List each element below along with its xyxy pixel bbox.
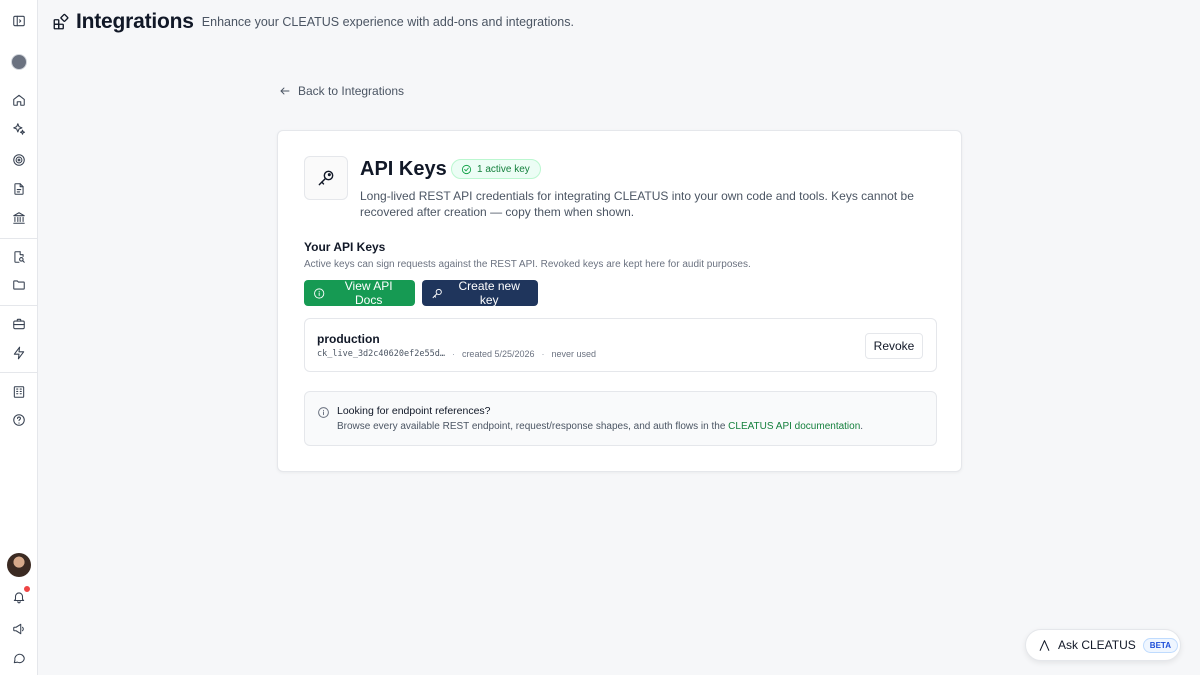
cleatus-logo-icon (1039, 639, 1050, 651)
page-header: Integrations Enhance your CLEATUS experi… (52, 10, 574, 34)
page-subtitle: Enhance your CLEATUS experience with add… (201, 15, 574, 29)
section-description: Active keys can sign requests against th… (304, 259, 751, 270)
info-text: Browse every available REST endpoint, re… (337, 421, 863, 432)
api-keys-card: API Keys 1 active key Long-lived REST AP… (277, 130, 962, 472)
card-description: Long-lived REST API credentials for inte… (360, 189, 914, 219)
view-api-docs-button[interactable]: View API Docs (304, 279, 415, 307)
key-created: created 5/25/2026 (461, 349, 535, 359)
home-icon[interactable] (11, 92, 27, 108)
notification-dot (23, 585, 31, 593)
key-preview: ck_live_3d2c40620ef2e55d… (317, 349, 445, 359)
api-key-row: production ck_live_3d2c40620ef2e55d… · c… (304, 318, 937, 372)
create-button-label: Create new key (458, 279, 520, 307)
page-title: Integrations (76, 10, 194, 33)
key-icon (318, 170, 334, 186)
create-new-key-button[interactable]: Create new key (422, 279, 538, 307)
info-icon (317, 406, 330, 419)
bank-icon[interactable] (11, 210, 27, 226)
beta-badge: BETA (1142, 637, 1178, 653)
info-text-prefix: Browse every available REST endpoint, re… (337, 421, 729, 432)
check-circle-icon (461, 164, 472, 174)
key-name: production (317, 332, 380, 346)
back-to-integrations-link[interactable]: Back to Integrations (279, 84, 404, 98)
card-title: API Keys (360, 158, 447, 180)
badge-label: 1 active key (477, 163, 530, 175)
key-last-used: never used (551, 349, 597, 359)
info-icon (314, 287, 325, 299)
info-title: Looking for endpoint references? (337, 405, 491, 417)
building-icon[interactable] (11, 384, 27, 400)
key-icon (432, 288, 442, 298)
sidebar (0, 0, 38, 675)
help-icon[interactable] (11, 412, 27, 428)
ask-cleatus-button[interactable]: Ask CLEATUS BETA (1025, 629, 1181, 661)
back-link-label: Back to Integrations (298, 84, 405, 98)
info-text-suffix: . (860, 421, 864, 432)
panel-toggle-icon[interactable] (11, 13, 27, 29)
sidebar-divider (0, 372, 38, 373)
briefcase-icon[interactable] (11, 316, 27, 332)
chat-icon[interactable] (11, 650, 27, 666)
sparkles-icon[interactable] (11, 121, 27, 137)
key-tile (304, 156, 348, 200)
org-avatar[interactable] (11, 54, 27, 70)
docs-button-label: View API Docs (344, 279, 393, 307)
ask-cleatus-label: Ask CLEATUS (1058, 638, 1136, 652)
sidebar-divider (0, 238, 38, 239)
separator-dot: · (451, 349, 455, 359)
revoke-button[interactable]: Revoke (865, 333, 923, 359)
document-icon[interactable] (11, 181, 27, 197)
megaphone-icon[interactable] (11, 621, 27, 637)
integrations-icon (52, 13, 70, 31)
arrow-left-icon (280, 87, 290, 95)
active-key-badge: 1 active key (451, 159, 541, 179)
target-icon[interactable] (11, 152, 27, 168)
file-search-icon[interactable] (11, 249, 27, 265)
key-meta: ck_live_3d2c40620ef2e55d… · created 5/25… (317, 349, 596, 359)
section-title: Your API Keys (304, 240, 386, 254)
folder-icon[interactable] (11, 277, 27, 293)
sidebar-divider (0, 305, 38, 306)
docs-info-box: Looking for endpoint references? Browse … (304, 391, 937, 446)
lightning-icon[interactable] (11, 345, 27, 361)
separator-dot: · (541, 349, 545, 359)
user-avatar[interactable] (7, 553, 31, 577)
api-documentation-link[interactable]: CLEATUS API documentation (728, 421, 860, 432)
